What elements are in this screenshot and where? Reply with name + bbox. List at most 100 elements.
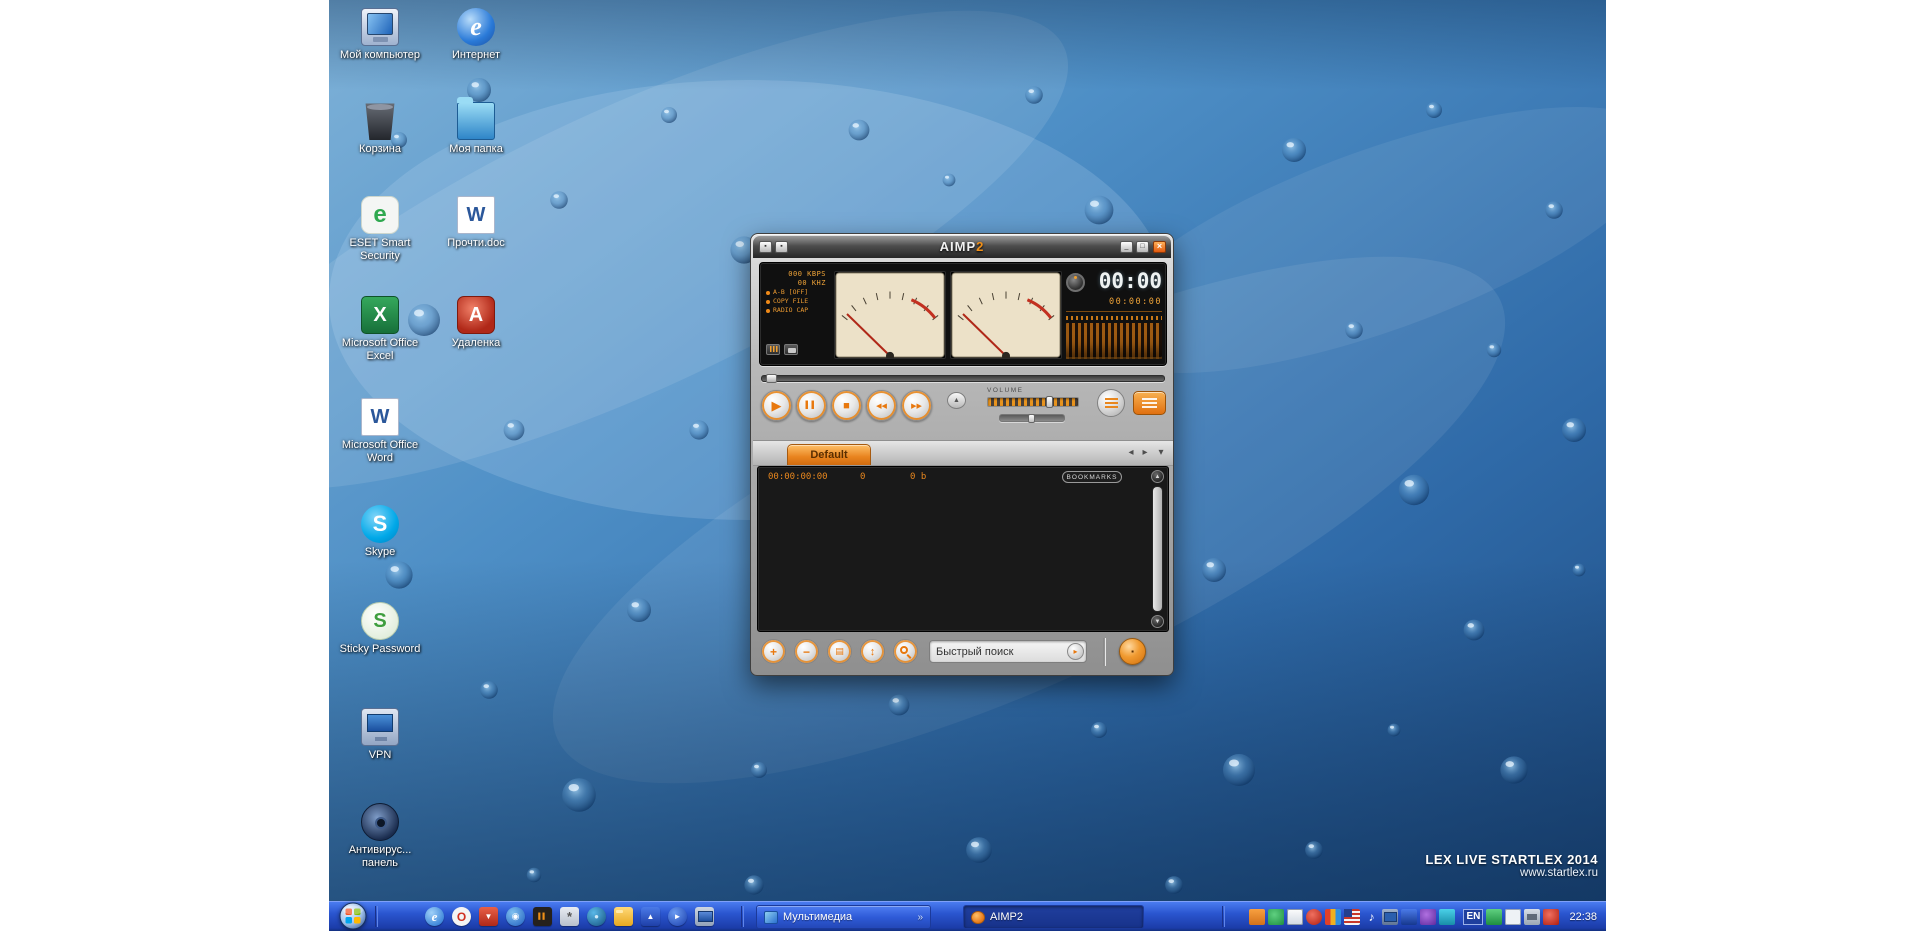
seek-bar[interactable] bbox=[761, 374, 1165, 383]
tab-scroll-right-button[interactable]: ▸ bbox=[1139, 447, 1151, 458]
desktop-icon-word[interactable]: W Microsoft Office Word bbox=[334, 398, 426, 465]
equalizer-bars-icon bbox=[770, 346, 778, 352]
balance-slider[interactable] bbox=[999, 414, 1065, 423]
tray-alert-icon[interactable] bbox=[1306, 909, 1323, 925]
desktop[interactable]: Мой компьютер e Интернет Корзина Моя пап… bbox=[329, 0, 1606, 931]
tray-app-purple-icon[interactable] bbox=[1420, 909, 1437, 925]
taskbar-separator bbox=[375, 906, 378, 927]
sort-button[interactable]: ↕ bbox=[860, 639, 885, 664]
quicklaunch-download-master-icon[interactable]: ▼ bbox=[479, 907, 498, 926]
language-indicator[interactable]: EN bbox=[1463, 909, 1484, 925]
quicklaunch-media-player-icon[interactable]: ► bbox=[668, 907, 687, 926]
quicklaunch-update-icon[interactable]: ▲ bbox=[641, 907, 660, 926]
bookmarks-button[interactable]: BOOKMARKS bbox=[1062, 471, 1122, 483]
tab-menu-button[interactable]: ▾ bbox=[1155, 447, 1167, 458]
volume-label: VOLUME bbox=[987, 387, 1024, 394]
desktop-icon-sticky-password[interactable]: S Sticky Password bbox=[334, 602, 426, 656]
desktop-icon-label: Моя папка bbox=[449, 143, 503, 155]
seek-handle[interactable] bbox=[766, 374, 777, 383]
chevron-right-icon[interactable]: » bbox=[917, 912, 923, 923]
desktop-icon-my-computer[interactable]: Мой компьютер bbox=[334, 8, 426, 62]
tray-antivirus-icon[interactable] bbox=[1268, 909, 1285, 925]
desktop-icon-excel[interactable]: X Microsoft Office Excel bbox=[334, 296, 426, 363]
quicklaunch-internet-explorer-icon[interactable]: e bbox=[425, 907, 444, 926]
quicklaunch-show-desktop-icon[interactable] bbox=[695, 907, 714, 926]
screenshot-canvas: Мой компьютер e Интернет Корзина Моя пап… bbox=[0, 0, 1920, 931]
scrollbar-thumb[interactable] bbox=[1153, 487, 1162, 611]
tray-network-icon[interactable] bbox=[1382, 909, 1399, 925]
desktop-icon-readme-doc[interactable]: W Прочти.doc bbox=[430, 196, 522, 250]
remote-app-icon: A bbox=[457, 296, 495, 334]
search-input[interactable] bbox=[936, 642, 1060, 661]
maximize-button[interactable]: □ bbox=[1136, 241, 1149, 253]
tray-app-orange-icon[interactable] bbox=[1249, 909, 1266, 925]
remove-button[interactable]: − bbox=[794, 639, 819, 664]
desktop-icon-label: Microsoft Office Excel bbox=[341, 337, 419, 362]
playlist-toggle-button[interactable] bbox=[1133, 391, 1166, 415]
tray-volume-icon[interactable]: ♪ bbox=[1363, 909, 1379, 925]
scroll-down-button[interactable]: ▼ bbox=[1151, 615, 1164, 628]
wallpaper-credit: LEX LIVE STARTLEX 2014 www.startlex.ru bbox=[1425, 852, 1598, 879]
minimize-button[interactable]: _ bbox=[1120, 241, 1133, 253]
add-button[interactable]: + bbox=[761, 639, 786, 664]
time-knob[interactable] bbox=[1066, 273, 1085, 292]
open-file-button[interactable]: ▲ bbox=[947, 392, 966, 409]
quicklaunch-aimp-icon[interactable]: ▌▌ bbox=[533, 907, 552, 926]
playlist-controls: + − ▤ ↕ ▸ ▪ bbox=[751, 632, 1175, 676]
search-go-button[interactable]: ▸ bbox=[1067, 643, 1084, 660]
close-button[interactable]: × bbox=[1153, 241, 1166, 253]
desktop-icon-vpn[interactable]: VPN bbox=[334, 708, 426, 762]
tray-printer-icon[interactable] bbox=[1524, 909, 1541, 925]
playlist-mode-button[interactable]: ▪ bbox=[1119, 638, 1146, 665]
select-button[interactable]: ▤ bbox=[827, 639, 852, 664]
play-button[interactable]: ▶ bbox=[761, 390, 792, 421]
tray-us-flag-icon[interactable] bbox=[1344, 909, 1361, 925]
playlist-scrollbar[interactable] bbox=[1152, 486, 1163, 612]
quicklaunch-network-icon[interactable]: ● bbox=[587, 907, 606, 926]
desktop-icon-label: Microsoft Office Word bbox=[341, 439, 419, 464]
vpn-icon bbox=[361, 708, 399, 746]
desktop-icon-recycle-bin[interactable]: Корзина bbox=[334, 102, 426, 156]
ab-repeat-flag[interactable]: A-B [OFF] bbox=[766, 288, 830, 297]
tray-app-green-icon[interactable] bbox=[1486, 909, 1503, 925]
tray-app-teal-icon[interactable] bbox=[1439, 909, 1456, 925]
desktop-icon-internet[interactable]: e Интернет bbox=[430, 8, 522, 62]
scroll-up-button[interactable]: ▲ bbox=[1151, 470, 1164, 483]
quicklaunch-folder-icon[interactable] bbox=[614, 907, 633, 926]
desktop-icon-antivirus[interactable]: Антивирус... панель bbox=[334, 803, 426, 870]
start-button[interactable] bbox=[339, 902, 367, 930]
spectrum-analyzer[interactable] bbox=[1066, 316, 1162, 359]
tray-shield-icon[interactable] bbox=[1401, 909, 1418, 925]
quicklaunch-messenger-icon[interactable]: ◉ bbox=[506, 907, 525, 926]
previous-track-button[interactable]: ◀◀ bbox=[866, 390, 897, 421]
desktop-icon-udalenka[interactable]: A Удаленка bbox=[430, 296, 522, 350]
quicklaunch-settings-icon[interactable]: * bbox=[560, 907, 579, 926]
tab-scroll-left-button[interactable]: ◂ bbox=[1125, 447, 1137, 458]
tray-cursor-icon[interactable] bbox=[1505, 909, 1522, 925]
desktop-icon-skype[interactable]: S Skype bbox=[334, 505, 426, 559]
search-button[interactable] bbox=[893, 639, 918, 664]
task-button-multimedia[interactable]: Мультимедиа » bbox=[756, 905, 931, 929]
playlist-items-area[interactable] bbox=[761, 486, 1148, 628]
radio-capture-flag[interactable]: RADIO CAP bbox=[766, 306, 830, 315]
copy-file-flag[interactable]: COPY FILE bbox=[766, 297, 830, 306]
balance-handle[interactable] bbox=[1028, 414, 1035, 423]
snapshot-button[interactable] bbox=[784, 344, 798, 355]
taskbar-clock[interactable]: 22:38 bbox=[1569, 911, 1597, 923]
pause-button[interactable]: ▌▌ bbox=[796, 390, 827, 421]
tray-alert2-icon[interactable] bbox=[1543, 909, 1560, 925]
tray-document-icon[interactable] bbox=[1287, 909, 1304, 925]
task-button-aimp2[interactable]: AIMP2 bbox=[963, 905, 1144, 929]
volume-slider[interactable] bbox=[987, 396, 1079, 408]
quicklaunch-opera-icon[interactable]: O bbox=[452, 907, 471, 926]
main-menu-button[interactable] bbox=[1097, 389, 1125, 417]
playlist-tab-default[interactable]: Default bbox=[787, 444, 871, 465]
stop-button[interactable]: ■ bbox=[831, 390, 862, 421]
title-bar[interactable]: ▪ ▪ AIMP2 _ □ × bbox=[753, 236, 1171, 258]
desktop-icon-eset[interactable]: e ESET Smart Security bbox=[334, 196, 426, 263]
desktop-icon-my-folder[interactable]: Моя папка bbox=[430, 97, 522, 156]
visualization-button[interactable] bbox=[766, 344, 780, 355]
volume-handle[interactable] bbox=[1046, 396, 1053, 408]
tray-palette-icon[interactable] bbox=[1325, 909, 1342, 925]
next-track-button[interactable]: ▶▶ bbox=[901, 390, 932, 421]
